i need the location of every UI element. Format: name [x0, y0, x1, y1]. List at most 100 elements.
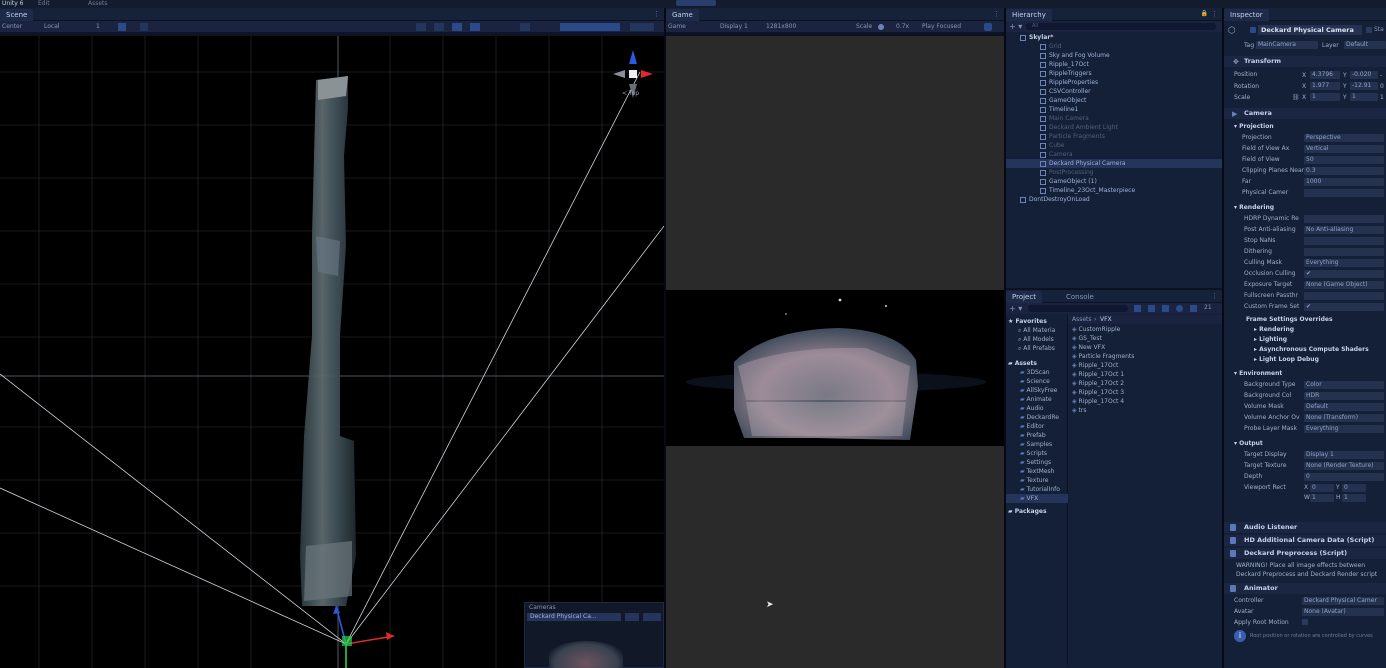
hierarchy-menu-icon[interactable]: ⋮ [1211, 10, 1218, 18]
project-folder[interactable]: ▰ Audio [1006, 404, 1068, 413]
camera-header[interactable]: Camera [1224, 108, 1386, 119]
breadcrumb-vfx[interactable]: VFX [1100, 316, 1112, 323]
project-folder[interactable]: ▰ Editor [1006, 422, 1068, 431]
favorite-icon[interactable] [1162, 305, 1169, 312]
root-motion-checkbox[interactable] [1302, 619, 1308, 625]
game-mode-dropdown[interactable]: Game [668, 23, 686, 31]
asset-item[interactable]: ◈ Ripple_17Oct 3 [1072, 388, 1124, 397]
component-header[interactable]: Audio Listener [1224, 522, 1386, 533]
visibility-icon[interactable] [1190, 305, 1197, 312]
scale-link-icon[interactable]: ⛓ [1292, 94, 1300, 101]
gizmos-icon[interactable] [630, 23, 654, 31]
hierarchy-row[interactable]: DontDestroyOnLoad [1006, 195, 1222, 204]
transform-header[interactable]: Transform [1224, 56, 1386, 67]
rotation-z[interactable]: 0 [1380, 83, 1384, 90]
viewport-h[interactable]: 1 [1342, 494, 1366, 502]
frame-override-item[interactable]: ▸ Lighting [1254, 335, 1287, 344]
hierarchy-row[interactable]: Sky and Fog Volume [1006, 51, 1222, 60]
rendering-field-value[interactable] [1304, 248, 1384, 256]
camera-field-value[interactable]: 0.3 [1304, 167, 1384, 175]
gizmo-view-label[interactable]: < Top [622, 90, 639, 97]
tab-hierarchy[interactable]: Hierarchy [1006, 9, 1052, 21]
camera-field-value[interactable]: Vertical [1304, 145, 1384, 153]
rendering-field-value[interactable] [1304, 237, 1384, 245]
environment-header[interactable]: ▾ Environment [1234, 369, 1282, 378]
grid-snap-icon[interactable] [118, 23, 126, 31]
component-header[interactable]: Deckard Preprocess (Script) [1224, 548, 1386, 559]
camera-field-value[interactable]: 50 [1304, 156, 1384, 164]
asset-item[interactable]: ◈ Ripple_17Oct 2 [1072, 379, 1124, 388]
play-button[interactable] [676, 0, 716, 6]
position-y[interactable]: -0.020 [1350, 71, 1378, 79]
packages-folder[interactable]: ▰ Packages [1008, 507, 1047, 516]
project-folder[interactable]: ▰ Scripts [1006, 449, 1068, 458]
scale-slider[interactable] [878, 24, 884, 30]
project-menu-icon[interactable]: ⋮ [1211, 292, 1218, 300]
lighting-icon[interactable] [452, 23, 462, 31]
project-folder[interactable]: ▰ Samples [1006, 440, 1068, 449]
project-folder[interactable]: ▰ Settings [1006, 458, 1068, 467]
draw-mode-icon[interactable] [416, 23, 426, 31]
hierarchy-row[interactable]: Skylar* [1006, 33, 1222, 42]
output-field-value[interactable]: 0 [1304, 473, 1384, 481]
menu-assets[interactable]: Assets [88, 0, 108, 8]
asset-item[interactable]: ◈ Particle Fragments [1072, 352, 1134, 361]
rendering-field-value[interactable] [1304, 215, 1384, 223]
camera-settings-icon[interactable] [625, 613, 639, 621]
environment-field-value[interactable]: None (Transform) [1304, 414, 1384, 422]
visibility-toggles[interactable] [560, 23, 620, 31]
favorite-item[interactable]: ⌕ All Materia [1018, 326, 1055, 335]
hierarchy-row[interactable]: Cube [1006, 141, 1222, 150]
hierarchy-row[interactable]: Timeline1 [1006, 105, 1222, 114]
asset-item[interactable]: ◈ Ripple_17Oct 4 [1072, 397, 1124, 406]
fx-icon[interactable] [520, 23, 530, 31]
project-folder[interactable]: ▰ AllSkyFree [1006, 386, 1068, 395]
lock-icon[interactable]: 🔒 [1201, 10, 1208, 17]
viewport-y[interactable]: 0 [1342, 484, 1366, 492]
frame-override-item[interactable]: ▸ Light Loop Debug [1254, 355, 1319, 364]
object-name-field[interactable]: Deckard Physical Camera [1258, 25, 1362, 35]
display-dropdown[interactable]: Display 1 [720, 23, 748, 31]
space-dropdown[interactable]: Local [44, 23, 60, 31]
rendering-field-value[interactable]: No Anti-aliasing [1304, 226, 1384, 234]
favorites-header[interactable]: ★ Favorites [1008, 317, 1047, 326]
audio-icon[interactable] [470, 23, 480, 31]
tag-dropdown[interactable]: MainCamera [1256, 41, 1318, 49]
output-field-value[interactable]: Display 1 [1304, 451, 1384, 459]
project-folder[interactable]: ▰ Prefab [1006, 431, 1068, 440]
asset-item[interactable]: ◈ Ripple_17Oct 1 [1072, 370, 1124, 379]
project-folder[interactable]: ▰ Texture [1006, 476, 1068, 485]
project-folder[interactable]: ▰ VFX [1006, 494, 1068, 503]
project-folder[interactable]: ▰ DeckardRe [1006, 413, 1068, 422]
active-checkbox[interactable] [1250, 27, 1256, 33]
frame-override-item[interactable]: ▸ Rendering [1254, 325, 1294, 334]
camera-field-value[interactable]: Perspective [1304, 134, 1384, 142]
avatar-field[interactable]: None (Avatar) [1302, 608, 1384, 616]
camera-field-value[interactable]: 1000 [1304, 178, 1384, 186]
asset-item[interactable]: ◈ New VFX [1072, 343, 1105, 352]
scene-viewport[interactable]: < Top Cameras Deckard Physical Ca... [0, 36, 664, 668]
tab-game[interactable]: Game [666, 9, 699, 21]
scale-x[interactable]: 1 [1310, 93, 1340, 101]
hierarchy-row[interactable]: CSVController [1006, 87, 1222, 96]
viewport-x[interactable]: 0 [1310, 484, 1334, 492]
project-folder[interactable]: ▰ TextMesh [1006, 467, 1068, 476]
rendering-field-value[interactable]: ✔ [1304, 303, 1384, 311]
breadcrumb-assets[interactable]: Assets [1072, 316, 1092, 323]
search-by-label-icon[interactable] [1148, 305, 1155, 312]
snap-input[interactable]: 1 [96, 23, 100, 31]
hierarchy-row[interactable]: GameObject (1) [1006, 177, 1222, 186]
play-focused-dropdown[interactable]: Play Focused [922, 23, 961, 31]
favorite-item[interactable]: ⌕ All Prefabs [1018, 344, 1055, 353]
project-folder[interactable]: ▰ TutorialInfo [1006, 485, 1068, 494]
hierarchy-row[interactable]: Particle Fragments [1006, 132, 1222, 141]
asset-item[interactable]: ◈ CustomRipple [1072, 325, 1120, 334]
hierarchy-row[interactable]: GameObject [1006, 96, 1222, 105]
rendering-field-value[interactable] [1304, 292, 1384, 300]
hierarchy-row[interactable]: PostProcessing [1006, 168, 1222, 177]
environment-field-value[interactable]: Color [1304, 381, 1384, 389]
camera-select-dropdown[interactable]: Deckard Physical Ca... [527, 613, 621, 621]
position-x[interactable]: 4.3796 [1310, 71, 1340, 79]
hierarchy-row[interactable]: Main Camera [1006, 114, 1222, 123]
tab-project[interactable]: Project [1006, 291, 1042, 303]
